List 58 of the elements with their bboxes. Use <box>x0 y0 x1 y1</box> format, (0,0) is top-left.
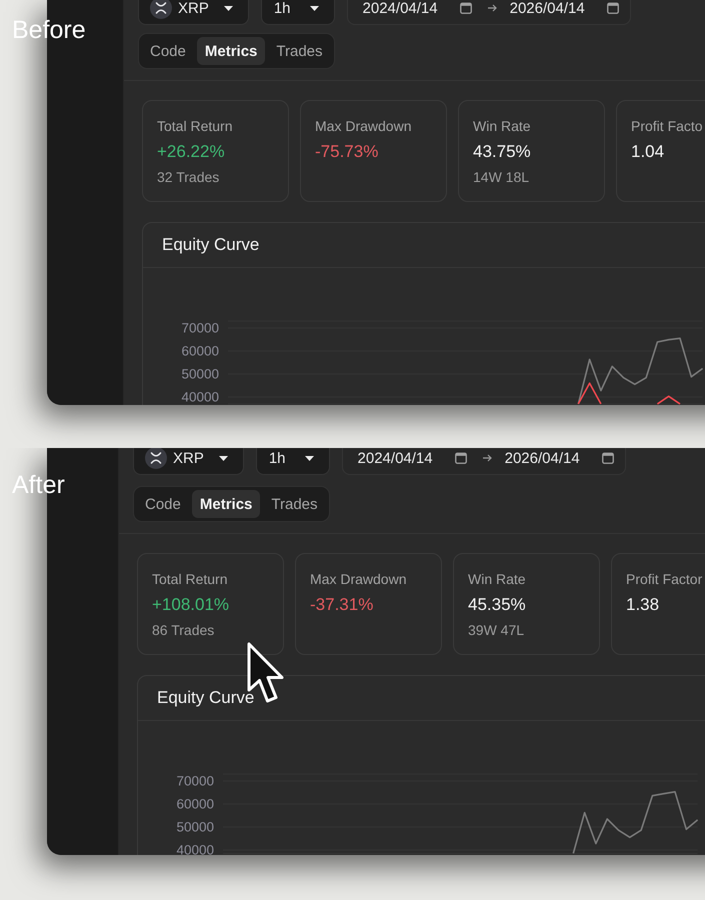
symbol-dropdown[interactable]: XRP <box>133 448 244 475</box>
axis-tick-label: 70000 <box>176 774 214 789</box>
metric-value: 1.04 <box>631 141 664 163</box>
coin-icon <box>150 0 172 19</box>
metric-detail: 32 Trades <box>157 168 220 186</box>
interval-dropdown[interactable]: 1h <box>256 448 330 475</box>
arrow-icon <box>488 4 497 12</box>
chart-title: Equity Curve <box>157 688 254 708</box>
metric-label: Profit Facto <box>631 117 703 135</box>
end-date[interactable]: 2026/04/14 <box>504 450 580 466</box>
start-date[interactable]: 2024/04/14 <box>362 0 438 16</box>
metric-label: Max Drawdown <box>310 570 406 588</box>
metric-value: 1.38 <box>626 594 660 616</box>
metric-detail: 14W 18L <box>473 168 530 186</box>
metric-value: -37.31% <box>310 594 374 616</box>
metric-value: 43.75% <box>473 141 531 163</box>
interval-dropdown[interactable]: 1h <box>260 0 335 25</box>
metric-label: Win Rate <box>473 117 531 135</box>
metric-value: +26.22% <box>157 141 225 163</box>
tab[interactable]: Metrics <box>196 37 266 65</box>
calendar-icon[interactable] <box>454 452 467 464</box>
metric-label: Profit Factor <box>626 570 702 588</box>
metric-label: Total Return <box>152 570 228 588</box>
axis-tick-label: 70000 <box>181 320 219 336</box>
tab[interactable]: Code <box>137 490 189 518</box>
axis-tick-label: 60000 <box>181 344 219 359</box>
calendar-icon[interactable] <box>602 452 614 464</box>
tab[interactable]: Trades <box>263 490 326 518</box>
metric-label: Max Drawdown <box>315 117 412 135</box>
calendar-icon[interactable] <box>460 2 472 14</box>
caret-icon <box>310 6 319 10</box>
metric-value: +108.01% <box>152 594 230 616</box>
end-date[interactable]: 2026/04/14 <box>510 0 585 16</box>
axis-tick-label: 60000 <box>176 796 214 812</box>
axis-tick-label: 40000 <box>181 390 219 405</box>
axis-tick-label: 50000 <box>181 366 219 382</box>
metric-detail: 86 Trades <box>152 621 214 639</box>
tab[interactable]: Code <box>142 37 194 65</box>
arrow-icon <box>482 454 492 462</box>
symbol-dropdown[interactable]: XRP <box>138 0 249 25</box>
metric-value: -75.73% <box>315 141 378 163</box>
metric-label: Win Rate <box>468 570 526 588</box>
date-range-field[interactable]: 2024/04/14 2026/04/14 <box>342 448 626 475</box>
chart-title: Equity Curve <box>162 235 260 255</box>
coin-icon <box>145 448 167 469</box>
caret-icon <box>224 6 233 10</box>
date-range-field[interactable]: 2024/04/14 2026/04/14 <box>346 0 631 25</box>
calendar-icon[interactable] <box>606 2 619 14</box>
start-date[interactable]: 2024/04/14 <box>358 450 433 466</box>
metric-value: 45.35% <box>468 594 526 616</box>
metric-detail: 39W 47L <box>468 621 524 639</box>
metric-label: Total Return <box>157 117 232 135</box>
caret-icon <box>218 456 228 460</box>
caret-icon <box>304 456 314 460</box>
axis-tick-label: 40000 <box>176 842 214 855</box>
tab[interactable]: Trades <box>268 37 331 65</box>
axis-tick-label: 50000 <box>176 820 214 835</box>
tab[interactable]: Metrics <box>192 490 260 518</box>
